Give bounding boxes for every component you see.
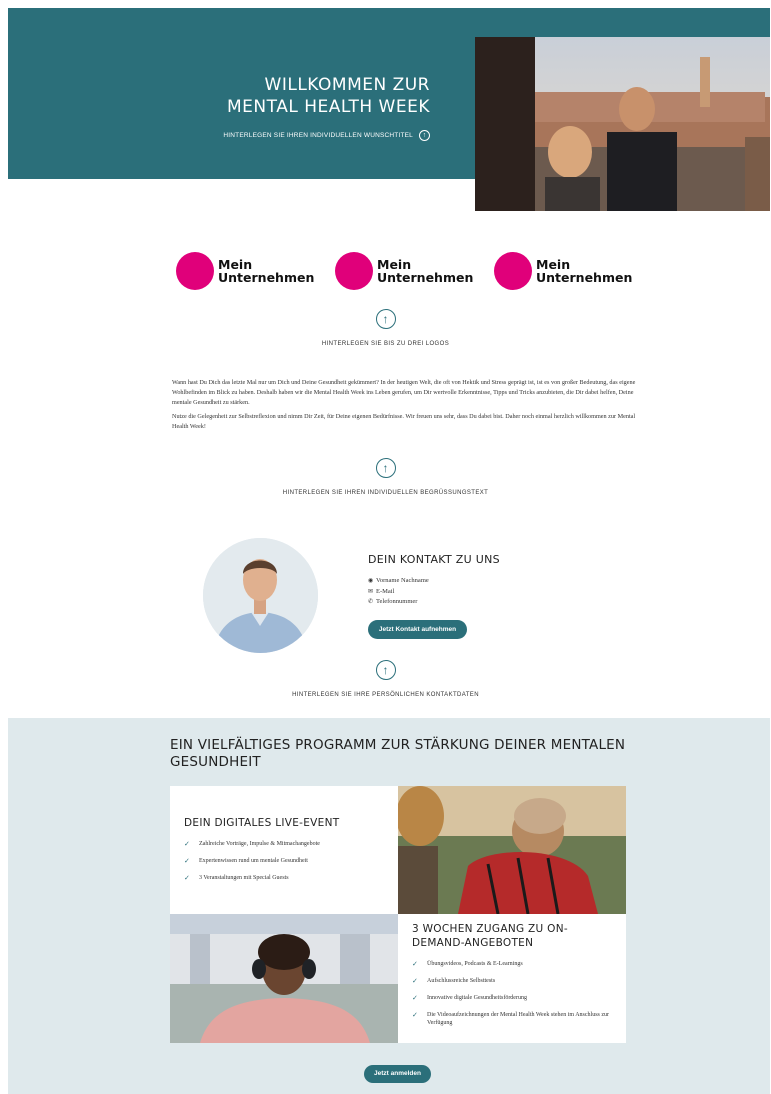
on-demand-title: 3 WOCHEN ZUGANG ZU ON- DEMAND-ANGEBOTEN (412, 922, 612, 950)
check-icon: ✓ (412, 977, 418, 985)
check-icon: ✓ (184, 874, 190, 882)
hero-title-line-2: MENTAL HEALTH WEEK (227, 97, 430, 117)
contact-details: ◉ Vorname Nachname ✉ E-Mail ✆ Telefonnummer (368, 576, 568, 608)
program-section: EIN VIELFÄLTIGES PROGRAMM ZUR STÄRKUNG D… (8, 718, 770, 1094)
mail-icon: ✉ (368, 588, 374, 595)
contact-button[interactable]: Jetzt Kontakt aufnehmen (368, 620, 467, 639)
hero-text: WILLKOMMEN ZUR MENTAL HEALTH WEEK HINTER… (223, 74, 430, 141)
hero-group-photo (475, 37, 770, 211)
list-item: ✓ 3 Veranstaltungen mit Special Guests (184, 874, 384, 882)
contact-email[interactable]: E-Mail (376, 588, 394, 595)
program-title: EIN VIELFÄLTIGES PROGRAMM ZUR STÄRKUNG D… (170, 737, 626, 770)
check-icon: ✓ (184, 857, 190, 865)
list-item-text: Expertenwissen rund um mentale Gesundhei… (199, 858, 308, 864)
list-item-text: Aufschlussreiche Selbsttests (427, 978, 496, 984)
logo-line-2: Unternehmen (218, 270, 315, 285)
logo-upload-label: HINTERLEGEN SIE BIS ZU DREI LOGOS (321, 341, 450, 347)
contact-email-row[interactable]: ✉ E-Mail (368, 587, 568, 598)
list-item: ✓ Übungsvideos, Podcasts & E-Learnings (412, 960, 612, 968)
list-item-text: 3 Veranstaltungen mit Special Guests (199, 875, 289, 881)
logo-wordmark: Mein Unternehmen (218, 258, 314, 284)
contact-upload-label: HINTERLEGEN SIE IHRE PERSÖNLICHEN KONTAK… (292, 692, 479, 698)
logo-line-2: Unternehmen (377, 270, 474, 285)
list-item: ✓ Die Videoaufzeichnungen der Mental Heal… (412, 1011, 612, 1027)
welcome-paragraph: Wann hast Du Dich das letzte Mal nur um … (172, 379, 636, 406)
contact-name-row: ◉ Vorname Nachname (368, 576, 568, 587)
logo-line-2: Unternehmen (536, 270, 633, 285)
list-item: ✓ Innovative digitale Gesundheitsförderun… (412, 994, 612, 1002)
logo-circle (176, 252, 214, 290)
logo-circle (494, 252, 532, 290)
check-icon: ✓ (184, 840, 190, 848)
check-icon: ✓ (412, 994, 418, 1002)
hero-photo (475, 37, 770, 211)
company-logo: Mein Unternehmen (176, 251, 318, 291)
check-icon: ✓ (412, 960, 418, 968)
hero-subtitle: HINTERLEGEN SIE IHREN INDIVIDUELLEN WUNS… (223, 132, 413, 139)
hero-title-line-1: WILLKOMMEN ZUR (264, 75, 430, 95)
logo-wordmark: Mein Unternehmen (536, 258, 632, 284)
register-button[interactable]: Jetzt anmelden (364, 1065, 431, 1083)
hero-section: WILLKOMMEN ZUR MENTAL HEALTH WEEK HINTER… (8, 8, 770, 211)
hero-title: WILLKOMMEN ZUR MENTAL HEALTH WEEK (223, 74, 430, 118)
contact-avatar (203, 538, 318, 653)
upload-arrow-icon[interactable]: ↑ (419, 130, 430, 141)
check-icon: ✓ (412, 1011, 418, 1019)
live-event-card: DEIN DIGITALES LIVE-EVENT ✓ Zahlreiche Vo… (170, 786, 398, 914)
live-event-title: DEIN DIGITALES LIVE-EVENT (184, 817, 340, 829)
contact-upload[interactable]: ↑ HINTERLEGEN SIE IHRE PERSÖNLICHEN KONT… (0, 660, 771, 698)
on-demand-card: 3 WOCHEN ZUGANG ZU ON- DEMAND-ANGEBOTEN … (398, 914, 626, 1043)
logo-row: Mein Unternehmen Mein Unternehmen Mein U… (176, 251, 636, 291)
contact-name: Vorname Nachname (376, 577, 429, 584)
upload-arrow-icon[interactable]: ↑ (375, 458, 396, 478)
friends-photo (398, 786, 626, 914)
logo-wordmark: Mein Unternehmen (377, 258, 473, 284)
list-item-text: Die Videoaufzeichnungen der Mental Healt… (427, 1012, 610, 1026)
program-grid: DEIN DIGITALES LIVE-EVENT ✓ Zahlreiche Vo… (170, 786, 626, 1043)
contact-phone-row[interactable]: ✆ Telefonnummer (368, 597, 568, 608)
list-item: ✓ Expertenwissen rund um mentale Gesundhe… (184, 857, 384, 865)
welcome-upload[interactable]: ↑ HINTERLEGEN SIE IHREN INDIVIDUELLEN BE… (0, 458, 771, 496)
on-demand-title-line-2: DEMAND-ANGEBOTEN (412, 937, 534, 949)
upload-arrow-icon[interactable]: ↑ (375, 309, 396, 329)
live-event-list: ✓ Zahlreiche Vorträge, Impulse & Mitmacha… (184, 840, 384, 882)
contact-phone[interactable]: Telefonnummer (376, 598, 417, 605)
contact-person-photo (203, 538, 318, 653)
upload-arrow-icon[interactable]: ↑ (375, 660, 396, 680)
woman-headphones-image (170, 914, 398, 1043)
hero-subtitle-row[interactable]: HINTERLEGEN SIE IHREN INDIVIDUELLEN WUNS… (223, 130, 430, 141)
company-logo: Mein Unternehmen (494, 251, 636, 291)
company-logo: Mein Unternehmen (335, 251, 477, 291)
logo-circle (335, 252, 373, 290)
welcome-text: Wann hast Du Dich das letzte Mal nur um … (172, 378, 642, 432)
friends-outdoor-image (398, 786, 626, 914)
phone-icon: ✆ (368, 599, 374, 605)
list-item-text: Innovative digitale Gesundheitsförderung (427, 995, 527, 1001)
on-demand-list: ✓ Übungsvideos, Podcasts & E-Learnings ✓ A… (412, 960, 612, 1027)
woman-headphones-photo (170, 914, 398, 1043)
contact-title: DEIN KONTAKT ZU UNS (368, 553, 500, 566)
on-demand-title-line-1: 3 WOCHEN ZUGANG ZU ON- (412, 923, 568, 935)
user-icon: ◉ (368, 578, 374, 584)
list-item-text: Übungsvideos, Podcasts & E-Learnings (427, 961, 523, 967)
logo-upload[interactable]: ↑ HINTERLEGEN SIE BIS ZU DREI LOGOS (0, 309, 771, 347)
list-item: ✓ Zahlreiche Vorträge, Impulse & Mitmacha… (184, 840, 384, 848)
list-item: ✓ Aufschlussreiche Selbsttests (412, 977, 612, 985)
welcome-upload-label: HINTERLEGEN SIE IHREN INDIVIDUELLEN BEGR… (282, 490, 489, 496)
welcome-paragraph: Nutze die Gelegenheit zur Selbstreflexio… (172, 413, 636, 430)
list-item-text: Zahlreiche Vorträge, Impulse & Mitmachan… (199, 841, 320, 847)
contact-info: DEIN KONTAKT ZU UNS ◉ Vorname Nachname ✉ E… (368, 553, 568, 608)
